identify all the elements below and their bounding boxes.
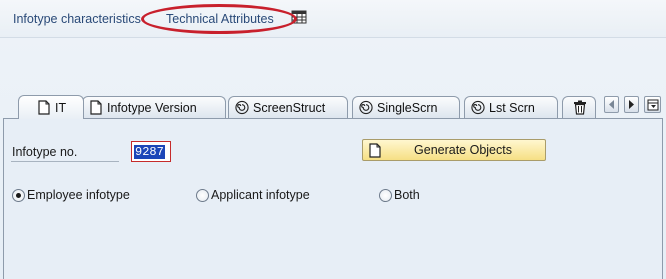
generate-objects-label: Generate Objects	[414, 143, 512, 157]
infotype-no-input[interactable]: 9287	[131, 141, 171, 162]
tab-infotype-version[interactable]: Infotype Version	[82, 96, 226, 118]
table-icon[interactable]	[291, 10, 307, 24]
tab-label: IT	[55, 100, 67, 115]
generate-objects-button[interactable]: Generate Objects	[362, 139, 546, 161]
trash-icon	[574, 100, 586, 115]
tab-it[interactable]: IT	[18, 95, 84, 119]
radio-label: Applicant infotype	[211, 188, 310, 202]
radio-selected-indicator	[12, 188, 25, 202]
tab-trash[interactable]	[562, 96, 596, 118]
scroll-right-icon	[629, 100, 634, 109]
infotype-no-value: 9287	[134, 145, 165, 159]
tab-content-panel: Infotype no. 9287 Generate Objects Emplo…	[3, 118, 663, 279]
tab-label: Lst Scrn	[489, 100, 535, 115]
radio-indicator	[379, 188, 392, 202]
tab-label: Infotype Version	[107, 100, 197, 115]
infotype-characteristics-link[interactable]: Infotype characteristics	[13, 12, 141, 26]
spiral-icon	[471, 100, 485, 115]
spiral-icon	[235, 100, 249, 115]
tab-lst-scrn[interactable]: Lst Scrn	[464, 96, 558, 118]
scroll-left-icon	[609, 100, 614, 109]
tab-list-button[interactable]	[644, 96, 661, 113]
tab-label: ScreenStruct	[253, 100, 326, 115]
radio-label: Both	[394, 188, 420, 202]
tab-label: SingleScrn	[377, 100, 438, 115]
document-icon	[90, 100, 102, 115]
radio-indicator	[196, 188, 209, 202]
tab-screenstruct[interactable]: ScreenStruct	[228, 96, 348, 118]
radio-label: Employee infotype	[27, 188, 130, 202]
radio-employee-infotype[interactable]: Employee infotype	[12, 188, 130, 202]
scroll-tabs-left-button[interactable]	[604, 96, 619, 113]
document-icon	[38, 100, 50, 115]
radio-both[interactable]: Both	[379, 188, 420, 202]
spiral-icon	[359, 100, 373, 115]
application-toolbar: Infotype characteristics Technical Attri…	[0, 0, 666, 38]
technical-attributes-link[interactable]: Technical Attributes	[166, 12, 274, 26]
tab-singlescrn[interactable]: SingleScrn	[352, 96, 460, 118]
scroll-tabs-right-button[interactable]	[624, 96, 639, 113]
radio-applicant-infotype[interactable]: Applicant infotype	[196, 188, 310, 202]
infotype-no-label: Infotype no.	[11, 145, 119, 162]
tab-list-icon	[647, 99, 658, 110]
